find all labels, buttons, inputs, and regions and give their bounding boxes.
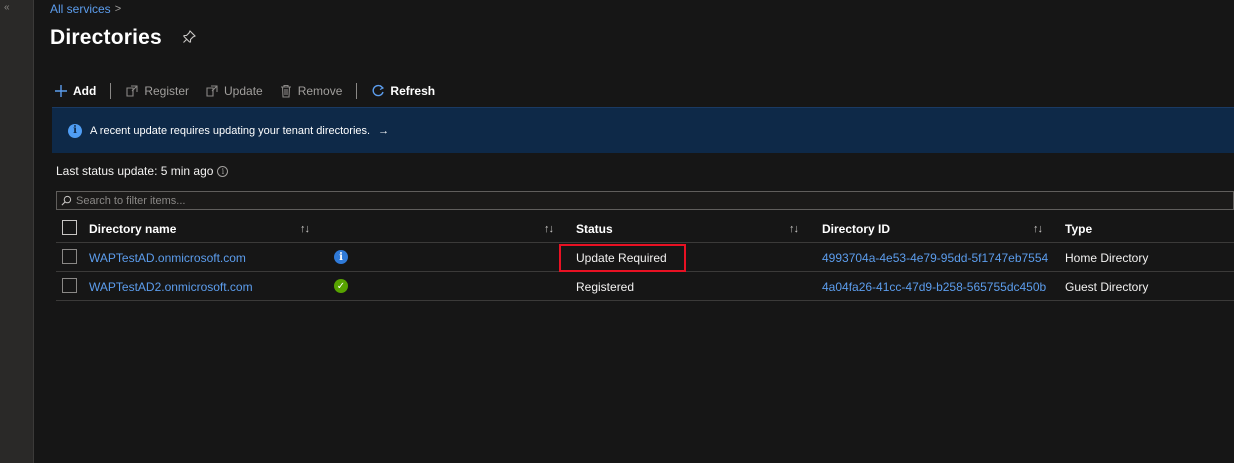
- trash-icon: [280, 84, 291, 98]
- table-row[interactable]: WAPTestAD2.onmicrosoft.com ✓ Registered …: [56, 272, 1234, 301]
- external-link-icon: [206, 85, 218, 97]
- breadcrumb-separator: >: [114, 3, 122, 15]
- directory-type: Guest Directory: [1065, 279, 1149, 294]
- info-outline-icon[interactable]: i: [217, 165, 229, 177]
- refresh-button[interactable]: Refresh: [371, 84, 435, 98]
- remove-button[interactable]: Remove: [279, 84, 343, 98]
- update-label: Update: [224, 84, 263, 98]
- expand-chevron-icon[interactable]: «: [4, 2, 14, 13]
- pin-icon[interactable]: [181, 29, 197, 45]
- row-checkbox[interactable]: [62, 249, 77, 264]
- breadcrumb: All services >: [50, 2, 121, 16]
- info-icon: i: [68, 123, 82, 138]
- left-nav-rail[interactable]: «: [0, 0, 34, 463]
- status-text: Last status update: 5 min ago: [56, 164, 214, 178]
- column-header-directory-name[interactable]: Directory name: [89, 214, 176, 243]
- update-banner[interactable]: i A recent update requires updating your…: [52, 107, 1234, 153]
- breadcrumb-all-services[interactable]: All services: [50, 2, 111, 16]
- external-link-icon: [126, 85, 138, 97]
- add-label: Add: [73, 84, 97, 98]
- add-button[interactable]: Add: [54, 84, 96, 98]
- directory-name-link[interactable]: WAPTestAD2.onmicrosoft.com: [89, 272, 253, 301]
- plus-icon: [55, 85, 67, 97]
- sort-icon[interactable]: ↑↓: [300, 214, 310, 243]
- toolbar-divider: [110, 83, 112, 99]
- banner-text: A recent update requires updating your t…: [90, 124, 371, 137]
- update-required-highlight-box: [559, 244, 686, 272]
- directory-id-link[interactable]: 4993704a-4e53-4e79-95dd-5f1747eb7554: [822, 243, 1048, 272]
- update-button[interactable]: Update: [205, 84, 263, 98]
- filter-input[interactable]: [76, 194, 476, 207]
- sort-icon[interactable]: ↑↓: [544, 214, 554, 243]
- info-icon[interactable]: i: [334, 250, 348, 264]
- directory-id-link[interactable]: 4a04fa26-41cc-47d9-b258-565755dc450b: [822, 272, 1046, 301]
- main-content: All services > Directories Add Register …: [34, 0, 1234, 463]
- sort-icon[interactable]: ↑↓: [789, 214, 799, 243]
- refresh-label: Refresh: [390, 84, 436, 98]
- directory-name-link[interactable]: WAPTestAD.onmicrosoft.com: [89, 243, 246, 272]
- register-label: Register: [144, 84, 190, 98]
- table-header-row: Directory name ↑↓ ↑↓ Status ↑↓ Directory…: [56, 214, 1234, 243]
- command-toolbar: Add Register Update Remove Refresh: [54, 80, 451, 102]
- directories-table: Directory name ↑↓ ↑↓ Status ↑↓ Directory…: [56, 214, 1234, 301]
- select-all-checkbox[interactable]: [62, 220, 77, 235]
- filter-box[interactable]: [56, 191, 1234, 210]
- column-header-status[interactable]: Status: [576, 214, 613, 243]
- refresh-icon: [372, 84, 385, 97]
- directory-type: Home Directory: [1065, 250, 1149, 265]
- toolbar-divider: [356, 83, 358, 99]
- remove-label: Remove: [297, 84, 343, 98]
- sort-icon[interactable]: ↑↓: [1033, 214, 1043, 243]
- status-text: Registered: [576, 279, 635, 294]
- page-title: Directories: [50, 26, 162, 49]
- search-icon: [61, 195, 72, 206]
- column-header-directory-id[interactable]: Directory ID: [822, 214, 890, 243]
- column-header-type[interactable]: Type: [1065, 214, 1092, 243]
- row-checkbox[interactable]: [62, 278, 77, 293]
- check-icon: ✓: [334, 279, 348, 293]
- last-status-update: Last status update: 5 min ago i: [56, 164, 229, 178]
- register-button[interactable]: Register: [125, 84, 189, 98]
- banner-arrow-icon[interactable]: →: [378, 125, 389, 137]
